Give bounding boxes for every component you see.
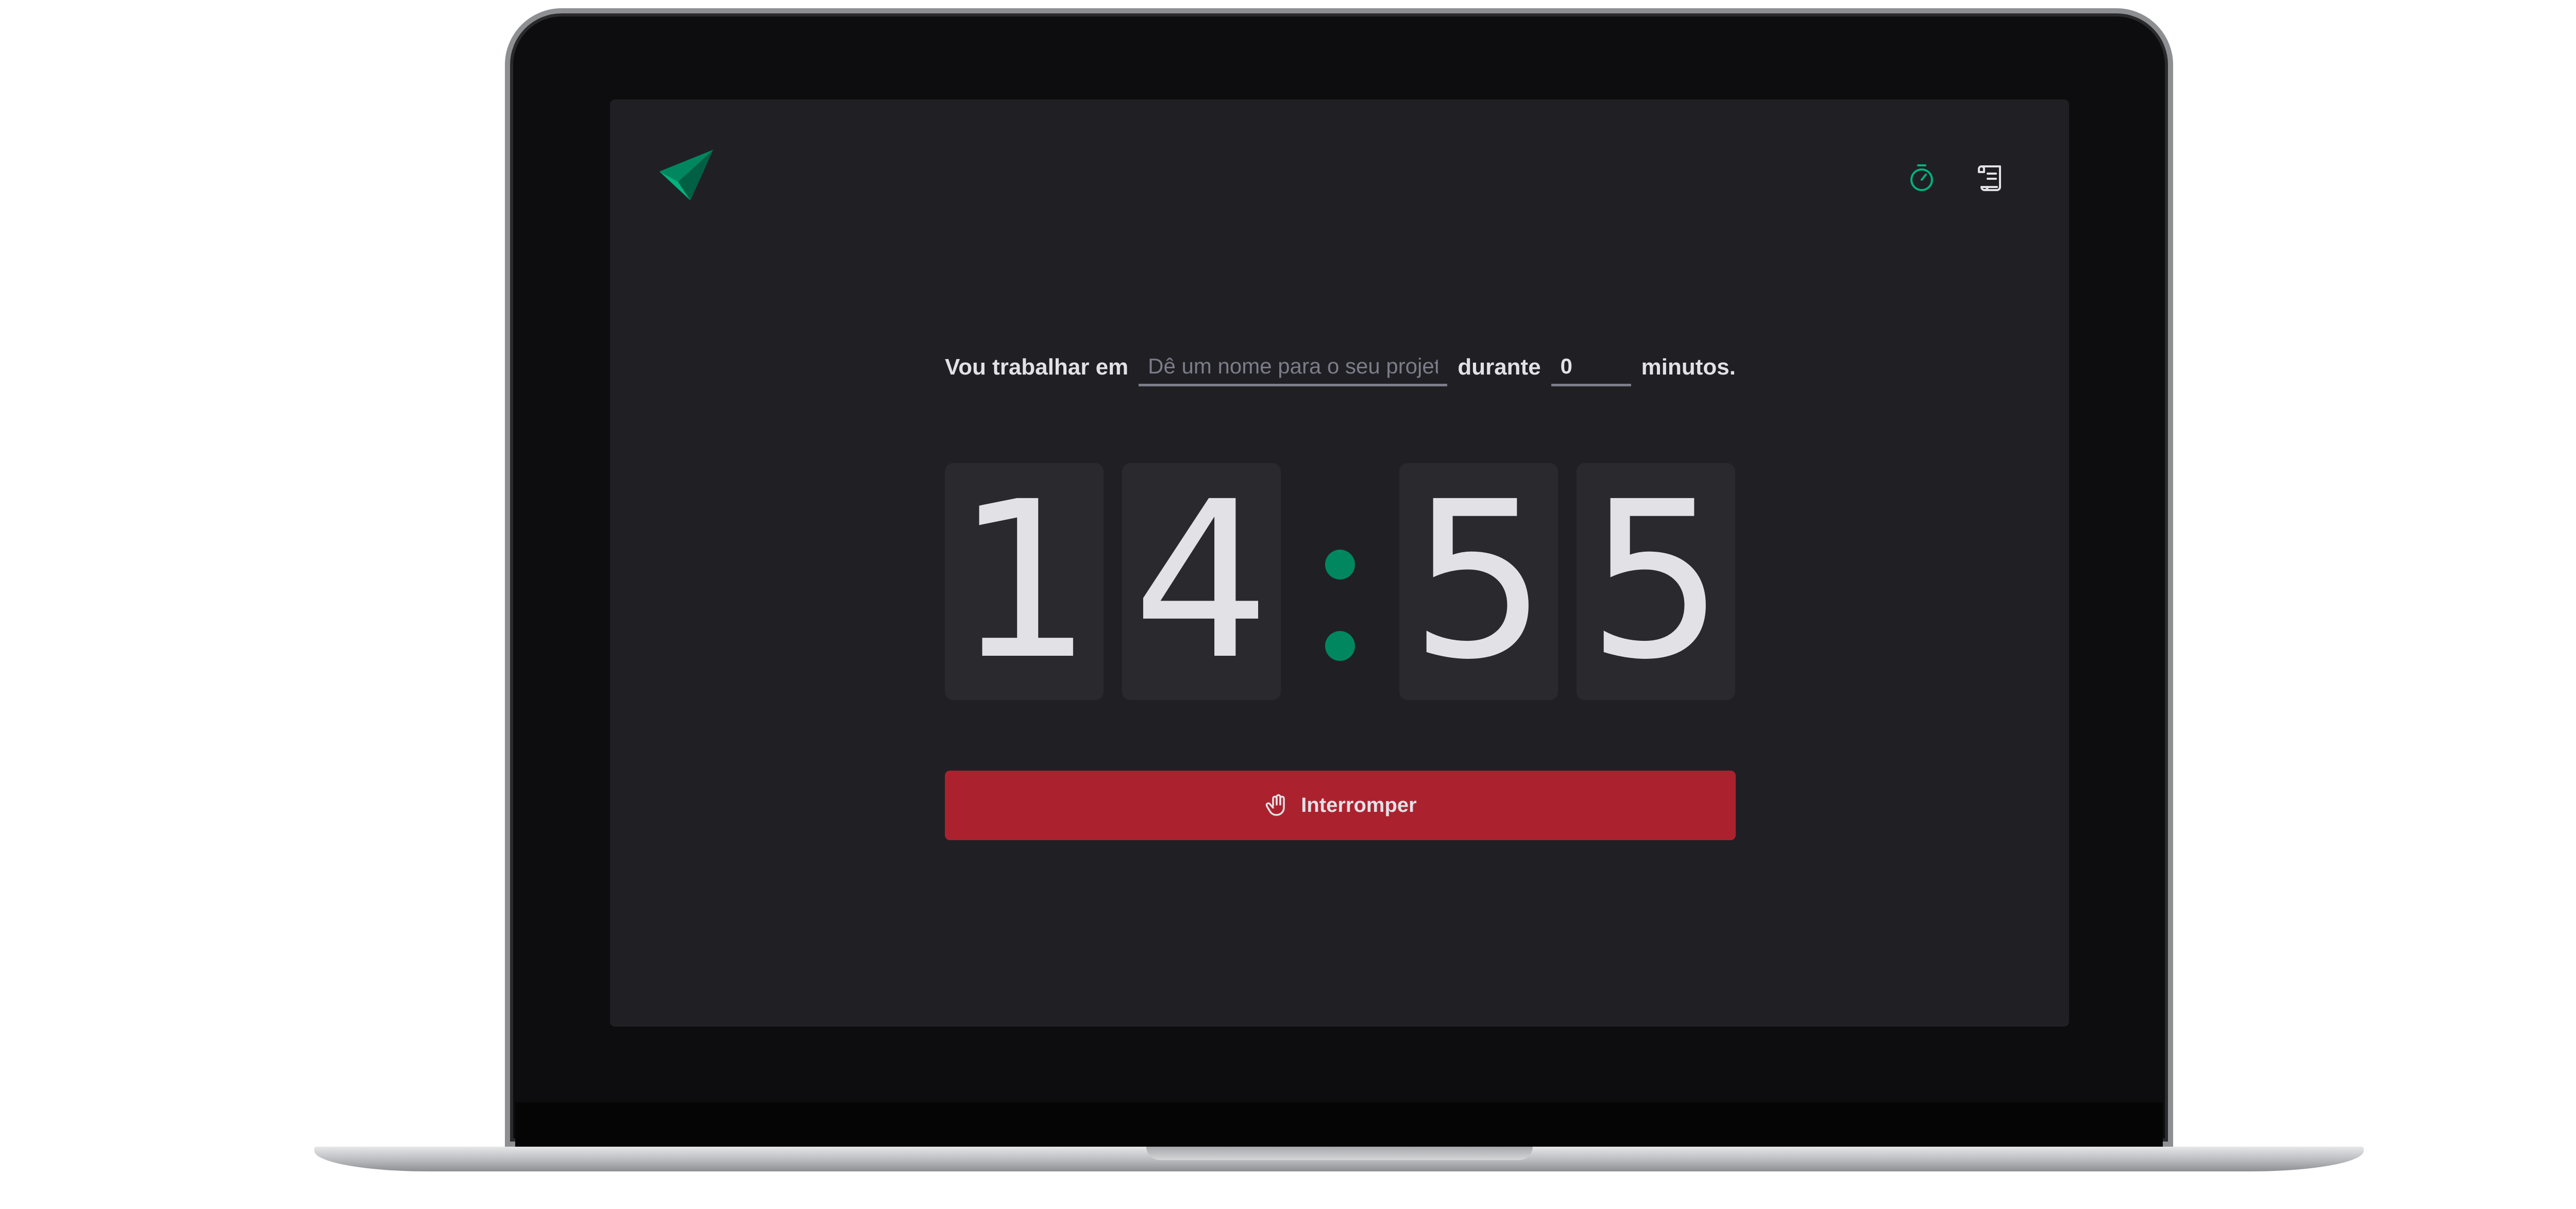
- project-name-input[interactable]: [1139, 348, 1448, 386]
- duration-label: durante: [1458, 354, 1541, 380]
- interrupt-button-label: Interromper: [1301, 794, 1417, 816]
- laptop-bezel: [515, 1102, 2163, 1147]
- header-nav: [1905, 161, 2007, 194]
- mockup-stage: Vou trabalhar em durante minutos. 1 4 5 …: [0, 0, 2576, 1209]
- hand-palm-icon: [1265, 794, 1285, 816]
- task-prefix-label: Vou trabalhar em: [945, 354, 1129, 380]
- app-window: Vou trabalhar em durante minutos. 1 4 5 …: [610, 99, 2069, 1027]
- countdown-display: 1 4 5 5: [945, 463, 1736, 700]
- laptop-notch: [1146, 1147, 1533, 1160]
- seconds-units-digit: 5: [1577, 463, 1735, 700]
- scroll-icon[interactable]: [1974, 161, 2007, 194]
- seconds-tens-digit: 5: [1399, 463, 1558, 700]
- interrupt-button[interactable]: Interromper: [945, 771, 1736, 840]
- countdown-separator: [1281, 463, 1399, 700]
- minutes-tens-digit: 1: [945, 463, 1104, 700]
- timer-icon[interactable]: [1905, 161, 1938, 194]
- minutes-amount-input[interactable]: [1551, 348, 1631, 386]
- separator-dot-top: [1325, 550, 1355, 580]
- separator-dot-bottom: [1325, 631, 1355, 661]
- minutes-suffix-label: minutos.: [1641, 354, 1736, 380]
- minutes-units-digit: 4: [1122, 463, 1281, 700]
- new-cycle-form: Vou trabalhar em durante minutos.: [945, 347, 1736, 388]
- ignite-triangle-logo-icon[interactable]: [659, 150, 713, 200]
